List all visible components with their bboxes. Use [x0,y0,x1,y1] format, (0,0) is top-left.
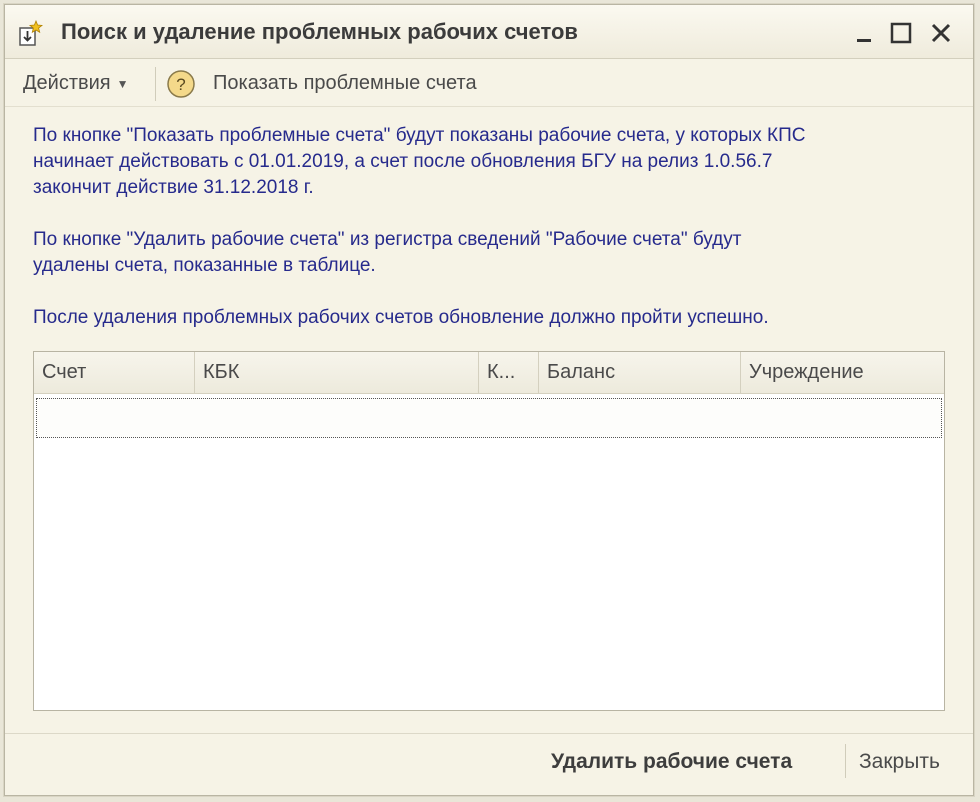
info-line: После удаления проблемных рабочих счетов… [33,307,769,328]
column-header-k[interactable]: К... [479,352,539,393]
table-header: Счет КБК К... Баланс Учреждение [34,352,944,394]
column-header-institution[interactable]: Учреждение [741,352,944,393]
footer-divider [845,744,846,778]
toolbar: Действия ▼ ? Показать проблемные счета [5,59,973,107]
info-line: закончит действие 31.12.2018 г. [33,177,314,198]
dialog-window: Поиск и удаление проблемных рабочих счет… [4,4,974,796]
actions-menu-label: Действия [23,72,111,94]
title-bar[interactable]: Поиск и удаление проблемных рабочих счет… [5,5,973,59]
help-icon[interactable]: ? [166,69,196,99]
column-header-account[interactable]: Счет [34,352,195,393]
info-line: По кнопке "Показать проблемные счета" бу… [33,125,806,146]
table-row[interactable] [36,398,942,438]
accounts-table[interactable]: Счет КБК К... Баланс Учреждение [33,351,945,711]
close-button[interactable]: Закрыть [859,744,940,780]
info-line: удалены счета, показанные в таблице. [33,255,376,276]
help-symbol: ? [176,75,185,94]
close-icon[interactable] [927,19,955,47]
chevron-down-icon: ▼ [116,76,129,91]
delete-accounts-button[interactable]: Удалить рабочие счета [551,744,792,780]
actions-menu-button[interactable]: Действия ▼ [19,67,133,99]
info-text: По кнопке "Показать проблемные счета" бу… [33,123,953,331]
info-line: начинает действовать с 01.01.2019, а сче… [33,151,773,172]
info-line: По кнопке "Удалить рабочие счета" из рег… [33,229,742,250]
column-header-kbk[interactable]: КБК [195,352,479,393]
show-problem-accounts-button[interactable]: Показать проблемные счета [213,67,477,99]
window-title: Поиск и удаление проблемных рабочих счет… [61,19,578,44]
minimize-icon[interactable] [851,19,879,47]
column-header-balance[interactable]: Баланс [539,352,741,393]
document-star-icon [15,19,44,48]
toolbar-divider [155,67,156,101]
maximize-icon[interactable] [887,19,915,47]
footer: Удалить рабочие счета Закрыть [5,733,973,795]
